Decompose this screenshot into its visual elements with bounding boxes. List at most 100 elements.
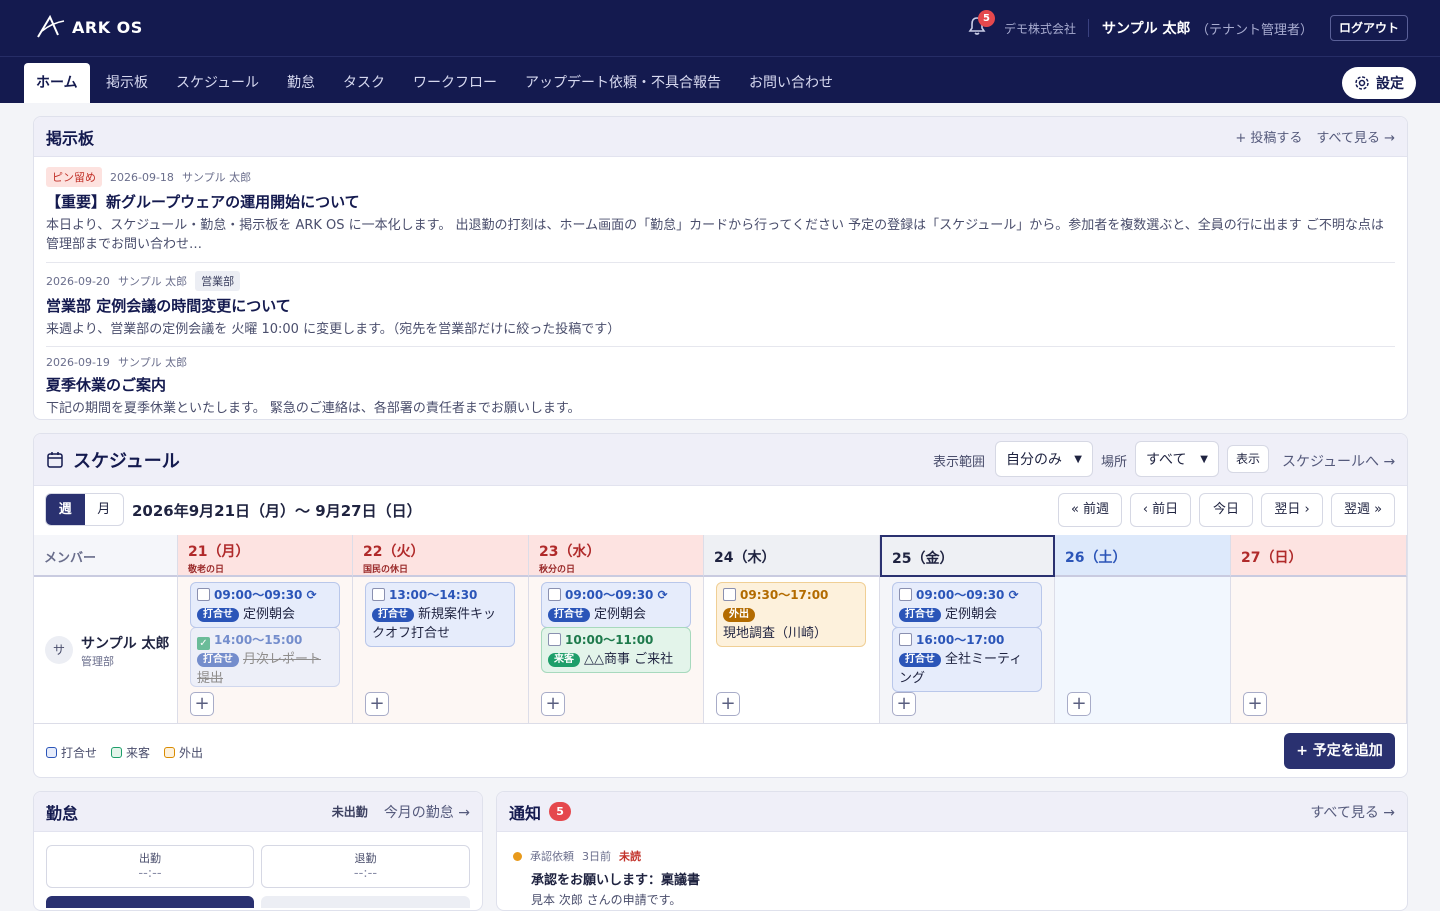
event-card-done[interactable]: ✓ 14:00〜15:00 打合せ 月次レポート提出: [190, 627, 340, 687]
event-card[interactable]: 10:00〜11:00 来客 △△商事 ご来社: [541, 627, 691, 673]
event-card[interactable]: 09:30〜17:00 外出現地調査（川崎）: [716, 582, 866, 647]
day-label: 27（日）: [1241, 550, 1303, 566]
period-label: 2026年9月21日（月）〜 9月27日（日）: [132, 502, 422, 520]
tab-board[interactable]: 掲示板: [94, 63, 160, 103]
schedule-link[interactable]: スケジュールへ →: [1282, 451, 1395, 471]
event-card[interactable]: 09:00〜09:30 ⟳ 打合せ 定例朝会: [892, 582, 1042, 628]
board-see-all-link[interactable]: すべて見る →: [1316, 127, 1395, 146]
tab-schedule[interactable]: スケジュール: [164, 63, 271, 103]
day-header[interactable]: 22（火） 国民の休日: [353, 535, 529, 577]
next-day-button[interactable]: 翌日 ›: [1261, 493, 1323, 527]
avatar: サ: [45, 636, 73, 664]
logout-button[interactable]: ログアウト: [1330, 15, 1408, 41]
event-card[interactable]: 13:00〜14:30 打合せ 新規案件キックオフ打合せ: [365, 582, 515, 647]
view-month-button[interactable]: 月: [85, 494, 124, 525]
day-cell[interactable]: 13:00〜14:30 打合せ 新規案件キックオフ打合せ +: [353, 577, 529, 724]
day-cell-today[interactable]: 09:00〜09:30 ⟳ 打合せ 定例朝会 16:00〜17:00 打合せ 全社ミーテ…: [880, 577, 1055, 724]
show-button[interactable]: 表示: [1227, 445, 1269, 473]
notification-bell[interactable]: 5: [968, 10, 995, 40]
add-event-button[interactable]: + 予定を追加: [1284, 733, 1395, 769]
notification-item[interactable]: 承認依頼 3日前 未読 承認をお願いします：稟議書 見本 次郎 さんの申請です。: [513, 848, 700, 908]
header-divider: [1088, 19, 1089, 37]
day-header[interactable]: 24（木）: [704, 535, 880, 577]
view-week-button[interactable]: 週: [46, 494, 85, 525]
event-checkbox[interactable]: [372, 588, 385, 601]
app-logo[interactable]: ARK OS: [36, 15, 143, 39]
clock-out-box[interactable]: 退勤 --:--: [261, 845, 470, 888]
day-header-today[interactable]: 25（金）: [880, 535, 1055, 577]
notifications-title: 通知: [509, 803, 542, 823]
day-cell[interactable]: +: [1231, 577, 1407, 724]
event-checkbox[interactable]: [899, 633, 912, 646]
event-checkbox[interactable]: [548, 588, 561, 601]
prev-day-button[interactable]: ‹ 前日: [1130, 493, 1191, 527]
event-checkbox-checked[interactable]: ✓: [197, 637, 210, 650]
event-card[interactable]: 09:00〜09:30 ⟳ 打合せ 定例朝会: [541, 582, 691, 628]
event-type-legend: 打合せ 来客 外出: [46, 744, 203, 761]
day-cell[interactable]: 09:00〜09:30 ⟳ 打合せ 定例朝会 10:00〜11:00 来客 △△商事 ご…: [529, 577, 704, 724]
day-header[interactable]: 23（水） 秋分の日: [529, 535, 704, 577]
add-event-in-day-button[interactable]: +: [190, 692, 214, 716]
post-title[interactable]: 【重要】新グループウェアの運用開始について: [46, 191, 1395, 212]
tab-attendance[interactable]: 勤怠: [275, 63, 327, 103]
clock-in-box[interactable]: 出勤 --:--: [46, 845, 254, 888]
event-card[interactable]: 16:00〜17:00 打合せ 全社ミーティング: [892, 627, 1042, 692]
event-checkbox[interactable]: [548, 633, 561, 646]
board-post[interactable]: 2026-09-20 サンプル 太郎 営業部 営業部 定例会議の時間変更について…: [34, 271, 1407, 339]
add-event-in-day-button[interactable]: +: [892, 692, 916, 716]
user-name: サンプル 太郎: [1102, 21, 1191, 37]
event-type-tag: 打合せ: [372, 608, 414, 622]
board-post[interactable]: 2026-09-19 サンプル 太郎 夏季休業のご案内 下記の期間を夏季休業とい…: [34, 354, 1407, 418]
tab-contact[interactable]: お問い合わせ: [737, 63, 845, 103]
event-card[interactable]: 09:00〜09:30 ⟳ 打合せ 定例朝会: [190, 582, 340, 628]
legend-label: 来客: [126, 746, 151, 760]
ark-logo-icon: [37, 15, 65, 38]
notification-unread-label: 未読: [619, 850, 641, 863]
next-week-button[interactable]: 翌週 »: [1331, 493, 1395, 527]
settings-label: 設定: [1376, 76, 1404, 92]
range-select-value: 自分のみ: [1006, 452, 1062, 468]
day-cell[interactable]: 09:30〜17:00 外出現地調査（川崎） +: [704, 577, 880, 724]
add-event-in-day-button[interactable]: +: [1243, 692, 1267, 716]
day-cell[interactable]: 09:00〜09:30 ⟳ 打合せ 定例朝会 ✓ 14:00〜15:00 打合せ 月次レポ…: [178, 577, 353, 724]
board-card: 掲示板 + 投稿する すべて見る → ピン留め 2026-09-18 サンプル …: [33, 116, 1408, 420]
tab-update-request[interactable]: アップデート依頼・不具合報告: [513, 63, 733, 103]
day-header[interactable]: 21（月） 敬老の日: [178, 535, 353, 577]
notifications-see-all-link[interactable]: すべて見る →: [1310, 802, 1395, 822]
today-button[interactable]: 今日: [1199, 493, 1253, 527]
post-title[interactable]: 営業部 定例会議の時間変更について: [46, 295, 1395, 316]
settings-button[interactable]: 設定: [1342, 67, 1416, 99]
event-checkbox[interactable]: [899, 588, 912, 601]
prev-week-button[interactable]: « 前週: [1058, 493, 1122, 527]
tab-workflow[interactable]: ワークフロー: [401, 63, 509, 103]
tab-home[interactable]: ホーム: [24, 63, 90, 103]
range-select[interactable]: 自分のみ ▼: [995, 441, 1093, 477]
event-type-tag: 打合せ: [899, 653, 941, 667]
new-post-link[interactable]: + 投稿する: [1235, 127, 1302, 146]
post-meta: 2026-09-20 サンプル 太郎 営業部: [46, 271, 1395, 291]
day-cell[interactable]: +: [1055, 577, 1231, 724]
calendar-icon: [47, 451, 63, 468]
post-title[interactable]: 夏季休業のご案内: [46, 374, 1395, 395]
add-event-in-day-button[interactable]: +: [365, 692, 389, 716]
post-body: 来週より、営業部の定例会議を 火曜 10:00 に変更します。（宛先を営業部だけ…: [46, 322, 621, 337]
day-header[interactable]: 27（日）: [1231, 535, 1407, 577]
event-checkbox[interactable]: [723, 588, 736, 601]
member-column-header: メンバー: [34, 535, 178, 577]
event-checkbox[interactable]: [197, 588, 210, 601]
board-post[interactable]: ピン留め 2026-09-18 サンプル 太郎 【重要】新グループウェアの運用開…: [34, 167, 1407, 254]
monthly-attendance-link[interactable]: 今月の勤怠 →: [384, 802, 470, 822]
add-event-in-day-button[interactable]: +: [716, 692, 740, 716]
tab-tasks[interactable]: タスク: [331, 63, 397, 103]
post-body: 下記の期間を夏季休業といたします。 緊急のご連絡は、各部署の責任者までお願いしま…: [46, 401, 581, 416]
add-event-in-day-button[interactable]: +: [1067, 692, 1091, 716]
attendance-status: 未出勤: [331, 805, 368, 819]
clock-out-button[interactable]: [261, 896, 470, 908]
place-select[interactable]: すべて ▼: [1135, 441, 1219, 477]
clock-in-button[interactable]: [46, 896, 254, 908]
day-header[interactable]: 26（土）: [1055, 535, 1231, 577]
notification-title[interactable]: 承認をお願いします：稟議書: [531, 869, 700, 888]
add-event-in-day-button[interactable]: +: [541, 692, 565, 716]
member-name: サンプル 太郎: [81, 636, 170, 652]
post-department-badge: 営業部: [195, 271, 241, 291]
